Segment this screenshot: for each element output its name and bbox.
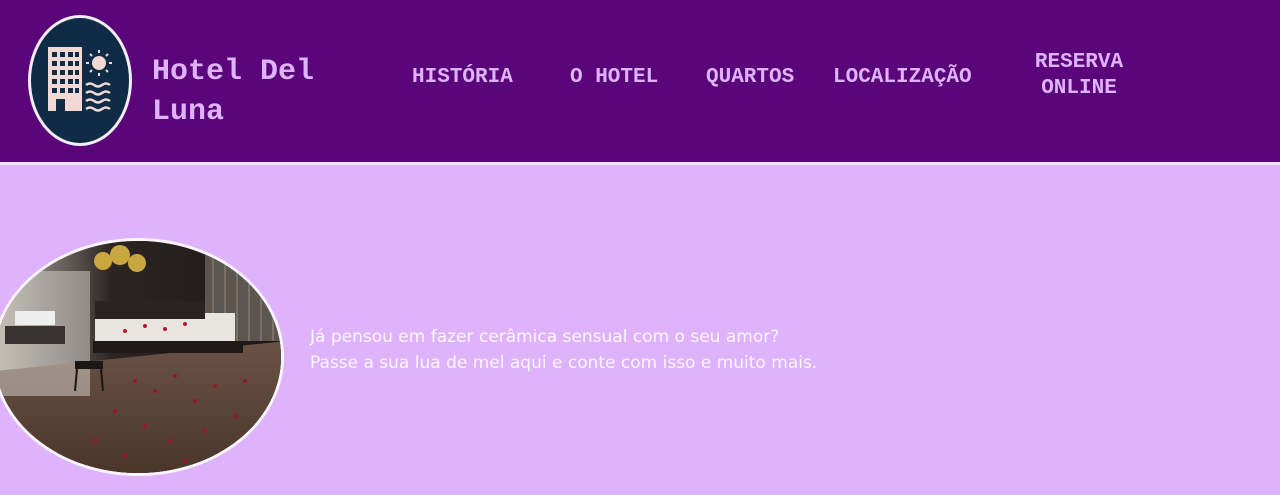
nav-o-hotel[interactable]: O HOTEL (570, 65, 658, 91)
nav-localizacao[interactable]: LOCALIZAÇÃO (833, 65, 972, 91)
hero-line-1: Já pensou em fazer cerâmica sensual com … (310, 327, 780, 347)
nav-historia[interactable]: HISTÓRIA (412, 65, 513, 91)
site-header: Hotel Del Luna HISTÓRIA O HOTEL QUARTOS … (0, 0, 1280, 165)
nav-quartos[interactable]: QUARTOS (706, 65, 794, 91)
hotel-room-image (0, 238, 284, 476)
waves-icon (85, 81, 111, 112)
sun-icon (86, 49, 112, 76)
hotel-logo[interactable] (28, 15, 132, 146)
nav-reserva-online[interactable]: RESERVA ONLINE (1024, 50, 1134, 102)
brand-title: Hotel Del Luna (152, 55, 315, 129)
hero-message: Já pensou em fazer cerâmica sensual com … (310, 324, 817, 376)
hotel-building-icon (48, 46, 112, 112)
room-photo-illustration (0, 241, 281, 473)
hero-line-2: Passe a sua lua de mel aqui e conte com … (310, 353, 818, 373)
